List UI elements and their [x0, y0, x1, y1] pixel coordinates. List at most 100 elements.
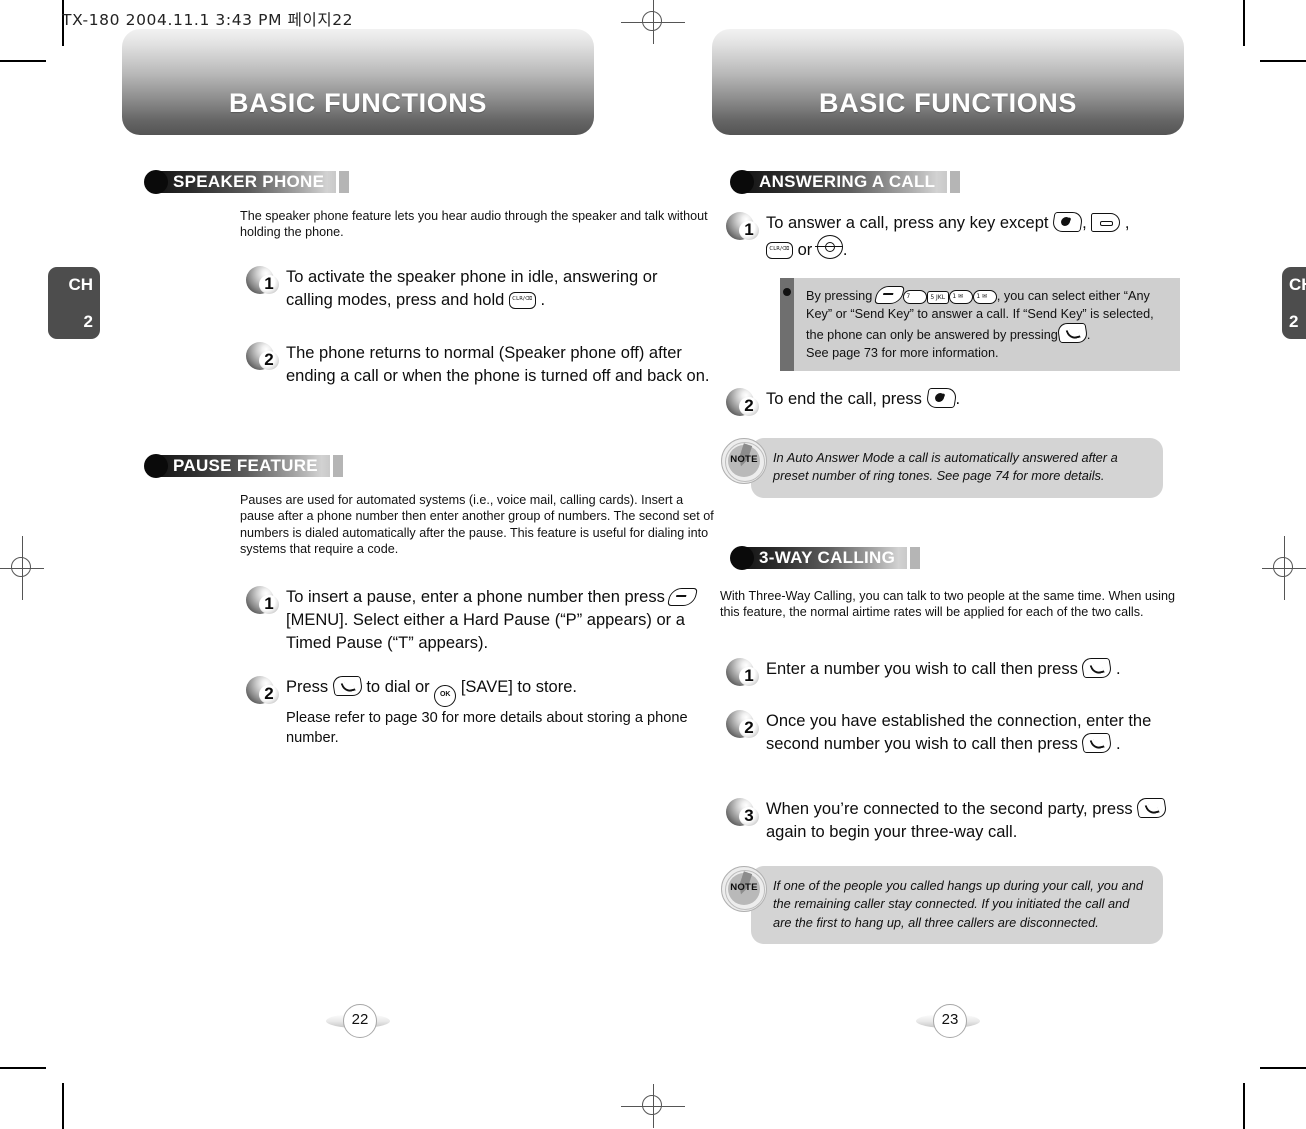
step-text-after: .: [955, 390, 961, 408]
section-bar-tail: [910, 547, 921, 569]
step-text: Enter a number you wish to call then pre…: [766, 658, 1121, 681]
send-key-icon: [1056, 323, 1089, 344]
step-number-bubble: 1: [726, 212, 760, 242]
section-header-pause-feature: PAUSE FEATURE: [144, 454, 343, 478]
section-bullet-icon: [730, 170, 754, 194]
step-text: To insert a pause, enter a phone number …: [286, 586, 706, 655]
section-title: PAUSE FEATURE: [173, 456, 318, 475]
num1a-key-icon: 1 ✉: [948, 290, 973, 304]
menu-key-icon: [873, 286, 905, 304]
end-key-icon: [1051, 212, 1084, 232]
step-text-after: .: [1111, 660, 1121, 678]
registration-mark-left: [0, 536, 44, 600]
send-key-icon: [1135, 798, 1168, 818]
step-text: To end the call, press .: [766, 388, 960, 411]
info-box-answer-mode: By pressing 7 PQRS5 JKL1 ✉1 ✉, you can s…: [780, 278, 1180, 372]
step-pause-2: 2 Press to dial or OK [SAVE] to store. P…: [246, 676, 706, 748]
step-number: 2: [264, 350, 274, 369]
step-text: When you’re connected to the second part…: [766, 798, 1196, 844]
section-bar-tail: [339, 171, 350, 193]
step-text-after: [MENU]. Select either a Hard Pause (“P” …: [286, 611, 685, 652]
page-number: 23: [933, 1004, 967, 1038]
chapter-banner: BASIC FUNCTIONS: [122, 29, 594, 135]
chapter-tab-number: 2: [83, 312, 93, 331]
chapter-tab-number: 2: [1289, 312, 1299, 331]
step-text-after: .: [535, 291, 546, 309]
section-title: SPEAKER PHONE: [173, 172, 325, 191]
chapter-tab-label: CH: [1289, 275, 1306, 294]
step-number-bubble: 2: [726, 710, 760, 740]
page-22: BASIC FUNCTIONS CH 2 SPEAKER PHONE The s…: [48, 0, 714, 1129]
step-number: 2: [264, 684, 274, 703]
step-answer-2: 2 To end the call, press .: [726, 388, 1196, 418]
step-text: Once you have established the connection…: [766, 710, 1196, 756]
step-text-after: or: [793, 241, 817, 259]
crop-mark-bottom-left-horizontal: [0, 1067, 46, 1069]
pause-feature-intro: Pauses are used for automated systems (i…: [240, 493, 714, 557]
ok-key-icon: OK: [434, 685, 457, 707]
step-text-before: To end the call, press: [766, 390, 927, 408]
step-number: 3: [744, 806, 754, 825]
num5-key-icon: 5 JKL: [926, 291, 949, 304]
section-bar-tail: [950, 171, 961, 193]
clr-key-icon: CLR/⌫: [766, 242, 793, 259]
step-text-after: .: [1111, 735, 1121, 753]
step-number-bubble: 2: [726, 388, 760, 418]
num1b-key-icon: 1 ✉: [972, 290, 997, 304]
step-3way-2: 2 Once you have established the connecti…: [726, 710, 1196, 756]
step-text-before: When you’re connected to the second part…: [766, 800, 1138, 818]
page-23: BASIC FUNCTIONS CH 2 ANSWERING A CALL 1 …: [690, 0, 1306, 1129]
step-text-before: Enter a number you wish to call then pre…: [766, 660, 1083, 678]
step-text-before: Press: [286, 678, 333, 696]
send-key-icon: [1080, 658, 1114, 678]
step-3way-1: 1 Enter a number you wish to call then p…: [726, 658, 1196, 688]
step-number: 2: [744, 396, 754, 415]
section-bullet-icon: [144, 170, 168, 194]
chapter-tab-label: CH: [68, 275, 93, 294]
info-text-see-page: See page 73 for more information.: [806, 345, 999, 360]
note-callout-auto-answer: NOTE In Auto Answer Mode a call is autom…: [721, 438, 1169, 498]
step-3way-3: 3 When you’re connected to the second pa…: [726, 798, 1196, 844]
soft-key-icon: [1091, 213, 1121, 232]
clr-key-icon: CLR/⌫: [508, 292, 536, 309]
nav-key-icon: [814, 235, 843, 259]
step-number-bubble: 3: [726, 798, 760, 828]
section-header-3-way-calling: 3-WAY CALLING: [730, 546, 921, 570]
three-way-calling-intro: With Three-Way Calling, you can talk to …: [720, 589, 1175, 620]
note-icon: NOTE: [721, 866, 767, 912]
crop-mark-bottom-left-vertical: [62, 1083, 64, 1129]
step-number-bubble: 1: [726, 658, 760, 688]
step-text-before: To insert a pause, enter a phone number …: [286, 588, 670, 606]
note-icon: NOTE: [721, 438, 767, 484]
step-text-after: [SAVE] to store.: [456, 678, 577, 696]
crop-mark-top-left-horizontal: [0, 60, 46, 62]
step-text-mid: ,: [1082, 214, 1092, 232]
section-header-speaker-phone: SPEAKER PHONE: [144, 170, 350, 194]
section-title: ANSWERING A CALL: [759, 172, 936, 191]
step-number: 2: [744, 718, 754, 737]
step-text-before: To answer a call, press any key except: [766, 214, 1054, 232]
step-number: 1: [744, 666, 754, 685]
step-text: To answer a call, press any key except ,…: [766, 212, 1130, 259]
step-number: 1: [744, 220, 754, 239]
step-text: To activate the speaker phone in idle, a…: [286, 266, 702, 312]
send-key-icon: [331, 676, 364, 696]
step-number-bubble: 1: [246, 586, 280, 616]
info-text-period: .: [1086, 328, 1091, 343]
banner-title: BASIC FUNCTIONS: [819, 88, 1077, 118]
chapter-tab-right: CH 2: [1282, 267, 1306, 339]
step-text: The phone returns to normal (Speaker pho…: [286, 344, 710, 385]
bullet-icon: [783, 288, 791, 296]
step-pause-1: 1 To insert a pause, enter a phone numbe…: [246, 586, 706, 655]
step-text-before: To activate the speaker phone in idle, a…: [286, 268, 658, 309]
step-text: Press to dial or OK [SAVE] to store. Ple…: [286, 676, 706, 748]
step-number-bubble: 2: [246, 676, 280, 706]
step-speaker-2: 2 The phone returns to normal (Speaker p…: [246, 342, 712, 388]
step-subtext: Please refer to page 30 for more details…: [286, 710, 688, 746]
step-answer-1: 1 To answer a call, press any key except…: [726, 212, 1196, 262]
section-title: 3-WAY CALLING: [759, 548, 896, 567]
note-callout-three-way: NOTE If one of the people you called han…: [721, 866, 1169, 945]
section-bullet-icon: [144, 454, 168, 478]
section-bar-tail: [332, 455, 343, 477]
section-header-answering-a-call: ANSWERING A CALL: [730, 170, 961, 194]
